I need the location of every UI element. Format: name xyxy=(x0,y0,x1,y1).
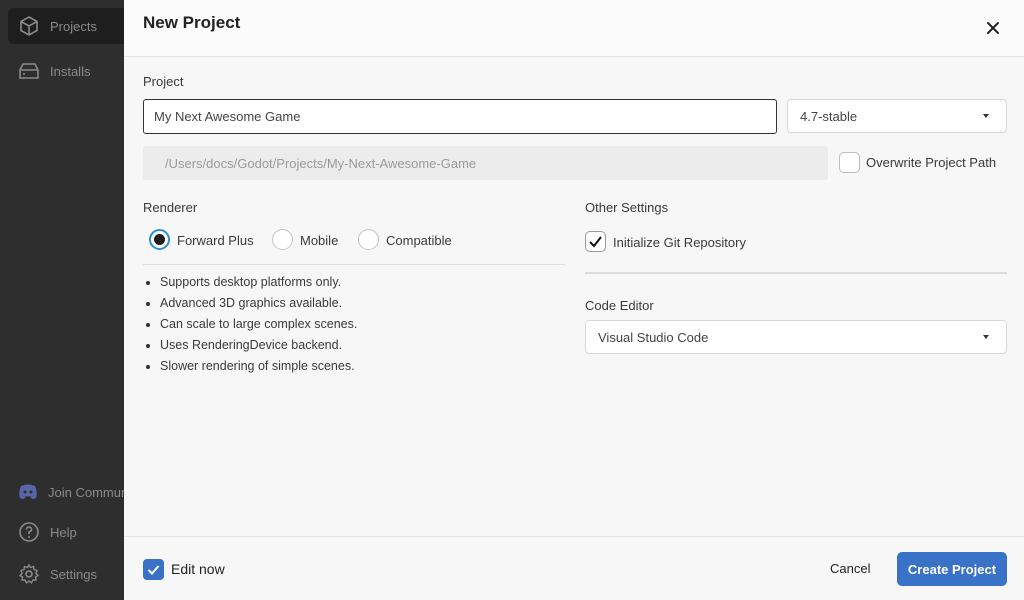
chevron-down-icon xyxy=(983,114,989,118)
create-project-button[interactable]: Create Project xyxy=(897,552,1007,586)
edit-now-label: Edit now xyxy=(171,561,225,577)
renderer-label: Renderer xyxy=(143,200,198,215)
new-project-dialog: New Project Project 4.7-stable /Users/do… xyxy=(124,0,1024,600)
dialog-footer: Edit now Cancel Create Project xyxy=(124,536,1024,600)
checkmark-icon xyxy=(589,236,602,248)
radio-forward-plus-label: Forward Plus xyxy=(177,233,254,248)
list-item: Slower rendering of simple scenes. xyxy=(143,356,357,377)
edit-now-checkbox[interactable] xyxy=(143,559,164,580)
radio-forward-plus[interactable] xyxy=(149,229,170,250)
cube-icon xyxy=(20,16,38,36)
radio-mobile[interactable] xyxy=(272,229,293,250)
chevron-down-icon xyxy=(983,335,989,339)
sidebar-item-label: Projects xyxy=(50,18,97,34)
radio-compatible-label: Compatible xyxy=(386,233,452,248)
code-editor-label: Code Editor xyxy=(585,298,654,313)
list-item: Supports desktop platforms only. xyxy=(143,272,357,293)
renderer-divider xyxy=(143,264,565,265)
cancel-button[interactable]: Cancel xyxy=(830,561,870,576)
list-item: Can scale to large complex scenes. xyxy=(143,314,357,335)
discord-icon xyxy=(19,484,37,499)
init-git-label: Initialize Git Repository xyxy=(613,235,746,250)
version-value: 4.7-stable xyxy=(800,108,858,124)
radio-compatible[interactable] xyxy=(358,229,379,250)
help-icon xyxy=(19,522,39,542)
list-item: Uses RenderingDevice backend. xyxy=(143,335,357,356)
project-name-input[interactable] xyxy=(143,99,777,134)
radio-mobile-label: Mobile xyxy=(300,233,339,248)
checkmark-icon xyxy=(147,565,160,575)
project-path-field[interactable]: /Users/docs/Godot/Projects/My-Next-Aweso… xyxy=(143,146,828,180)
dialog-header: New Project xyxy=(124,0,1024,57)
list-item: Advanced 3D graphics available. xyxy=(143,293,357,314)
gear-icon xyxy=(18,563,40,584)
project-path-value: /Users/docs/Godot/Projects/My-Next-Aweso… xyxy=(165,155,477,171)
sidebar-item-label: Settings xyxy=(50,566,97,582)
renderer-notes: Supports desktop platforms only. Advance… xyxy=(143,272,357,377)
dialog-title: New Project xyxy=(143,13,241,32)
sidebar: Projects Installs Join Community Help Se… xyxy=(0,0,148,600)
init-git-checkbox[interactable] xyxy=(585,231,606,252)
project-label: Project xyxy=(143,74,184,89)
code-editor-value: Visual Studio Code xyxy=(598,329,709,345)
code-editor-select[interactable]: Visual Studio Code xyxy=(585,320,1007,354)
overwrite-path-label: Overwrite Project Path xyxy=(866,155,997,170)
settings-divider xyxy=(585,272,1007,274)
close-icon[interactable] xyxy=(984,19,1002,37)
other-settings-label: Other Settings xyxy=(585,200,669,215)
version-select[interactable]: 4.7-stable xyxy=(787,99,1007,133)
sidebar-item-label: Installs xyxy=(50,63,91,79)
overwrite-path-checkbox[interactable] xyxy=(839,152,860,173)
sidebar-item-label: Help xyxy=(50,524,77,540)
drive-icon xyxy=(19,63,39,79)
